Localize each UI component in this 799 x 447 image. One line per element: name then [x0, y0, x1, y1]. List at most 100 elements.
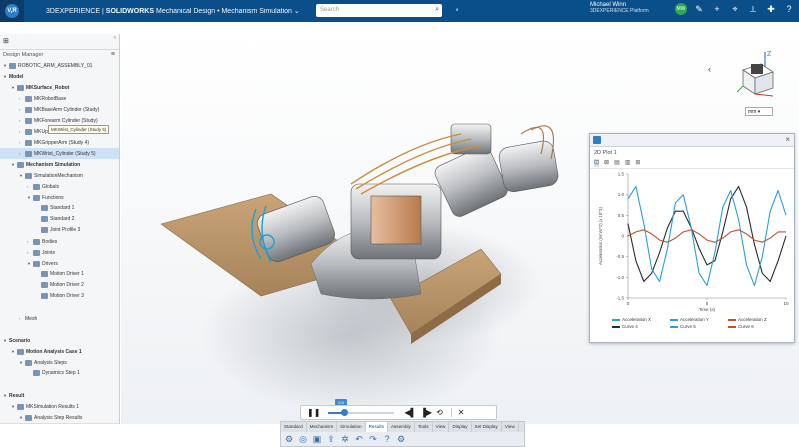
- units-select[interactable]: mm ▾: [745, 107, 773, 116]
- step-forward-button[interactable]: ▐▶: [420, 408, 432, 417]
- compass-logo[interactable]: V,R: [0, 0, 24, 22]
- undo-icon[interactable]: ↶: [354, 434, 364, 445]
- y-tick-label: 0.5: [618, 213, 625, 218]
- timeline-slider[interactable]: [328, 408, 395, 416]
- tree-row[interactable]: ▼ SimulationMechanism: [0, 170, 119, 181]
- action-tab[interactable]: Assembly: [388, 422, 415, 432]
- tree-row-label: MKSimulation Results 1: [26, 404, 80, 410]
- tree-row[interactable]: [0, 379, 119, 390]
- tree-row[interactable]: ▼ Result: [0, 390, 119, 401]
- close-playback-button[interactable]: ✕: [450, 408, 464, 417]
- tree-row[interactable]: ▼ MKSurface_Robot: [0, 82, 119, 93]
- app-title[interactable]: 3DEXPERIENCE | SOLIDWORKS Mechanical Des…: [46, 7, 300, 15]
- tree-row[interactable]: Motion Driver 3: [0, 291, 119, 302]
- legend-swatch: [670, 326, 678, 328]
- action-tab[interactable]: View: [502, 422, 519, 432]
- tree-row[interactable]: › MKWrist_Cylinder (Study 5): [0, 148, 119, 159]
- share-icon[interactable]: ⌖: [729, 4, 741, 15]
- network-icon[interactable]: ⟂: [747, 4, 759, 15]
- plot-tool-export[interactable]: ▥: [625, 159, 631, 167]
- apps-icon[interactable]: ✚: [765, 4, 777, 15]
- add-icon[interactable]: +: [711, 4, 723, 14]
- tree-row[interactable]: Dynamics Step: [0, 423, 119, 424]
- legend-swatch: [612, 319, 620, 321]
- chevron-down-icon[interactable]: ⌄: [294, 8, 300, 15]
- help-icon[interactable]: ?: [783, 4, 795, 14]
- plot-window[interactable]: × 2D Plot 1 ⊡ ⊠ ▤ ▥ ⊞ 1.5 1.0 0.5 0 -0.5 -1.0…: [589, 133, 795, 343]
- plot-tool-table[interactable]: ▤: [614, 159, 620, 167]
- redo-icon[interactable]: ↷: [368, 434, 378, 445]
- action-tab[interactable]: Mechanism: [307, 422, 338, 432]
- tree-row[interactable]: › Mesh: [0, 313, 119, 324]
- tree-row[interactable]: Motion Driver 1: [0, 269, 119, 280]
- node-icon: [41, 270, 48, 277]
- tree-row[interactable]: ▼ Analysis Step Results: [0, 412, 119, 423]
- menu-icon[interactable]: ≡: [111, 51, 115, 58]
- action-tab[interactable]: Standard: [281, 422, 307, 432]
- tree-row[interactable]: › MKRobotBase: [0, 93, 119, 104]
- settings-icon[interactable]: ✲: [340, 434, 350, 445]
- gear-icon[interactable]: ⚙: [284, 434, 294, 445]
- notification-icon[interactable]: ✎: [693, 4, 705, 15]
- tree-row[interactable]: › Bodies: [0, 236, 119, 247]
- avatar[interactable]: MW: [675, 3, 687, 15]
- action-tab[interactable]: View: [433, 422, 450, 432]
- timeline-handle[interactable]: [341, 408, 349, 416]
- tag-icon[interactable]: ⬫: [456, 5, 458, 15]
- tree-row[interactable]: ▼ Analysis Steps: [0, 357, 119, 368]
- tree-row[interactable]: › MKBaseArm Cylinder (Study): [0, 104, 119, 115]
- chevron-left-icon[interactable]: ‹: [708, 64, 711, 74]
- tree-row[interactable]: ▼ MKSimulation Results 1: [0, 401, 119, 412]
- node-icon: [25, 106, 32, 113]
- view-cube[interactable]: Z: [733, 46, 779, 104]
- plot-tool-select[interactable]: ⊡: [594, 159, 600, 167]
- tree-row[interactable]: ▼ Drivers: [0, 258, 119, 269]
- target-icon[interactable]: ◎: [298, 434, 308, 445]
- action-tab[interactable]: Set Display: [472, 422, 502, 432]
- node-icon: [25, 359, 32, 366]
- help-icon[interactable]: ?: [382, 434, 392, 445]
- tree-row[interactable]: ▼ Mechanism Simulation: [0, 159, 119, 170]
- compass-icon[interactable]: V,R: [5, 4, 19, 18]
- action-tab[interactable]: Results: [365, 422, 388, 432]
- legend-label: Curve 5: [680, 324, 696, 329]
- tree-row[interactable]: Standard 2: [0, 214, 119, 225]
- tree-row-label: Mesh: [25, 316, 38, 322]
- tree-row[interactable]: ▼ Motion Analysis Case 1: [0, 346, 119, 357]
- tree-row-label: Standard 2: [50, 216, 75, 222]
- tree-row[interactable]: ▼ Functions: [0, 192, 119, 203]
- tree-row[interactable]: Standard 1: [0, 203, 119, 214]
- share-icon[interactable]: ⇪: [326, 434, 336, 445]
- search-input[interactable]: Search ⌕: [316, 4, 442, 17]
- tree-row[interactable]: › MKGripperArm (Study 4): [0, 137, 119, 148]
- close-icon[interactable]: ×: [785, 135, 790, 144]
- action-tab[interactable]: Simulation: [337, 422, 366, 432]
- action-tab[interactable]: Display: [449, 422, 472, 432]
- plot-tool-grid[interactable]: ⊞: [635, 159, 640, 167]
- step-back-button[interactable]: ◀▌: [404, 408, 416, 417]
- tree-row[interactable]: ▼ Model: [0, 71, 119, 82]
- plot-tool-zoom[interactable]: ⊠: [604, 159, 609, 167]
- tree-row[interactable]: Motion Driver 2: [0, 280, 119, 291]
- user-info[interactable]: Michael Winn 3DEXPERIENCE Platform: [590, 2, 649, 14]
- tree-row[interactable]: › Globals: [0, 181, 119, 192]
- action-bar: Standard Mechanism Simulation Results Assemb…: [280, 421, 525, 447]
- pause-button[interactable]: ❚❚: [307, 408, 320, 417]
- loop-icon[interactable]: ⟲: [436, 408, 443, 417]
- node-icon: [41, 215, 48, 222]
- tree-row[interactable]: ▼ Scenario: [0, 335, 119, 346]
- action-tab[interactable]: Tools: [415, 422, 433, 432]
- tree-row[interactable]: ▼ ROBOTIC_ARM_ASSEMBLY_01: [0, 60, 119, 71]
- collapse-icon[interactable]: ‹: [114, 35, 116, 41]
- tree-row[interactable]: [0, 324, 119, 335]
- save-icon[interactable]: ▣: [312, 434, 322, 445]
- tree-row[interactable]: [0, 302, 119, 313]
- tree-row[interactable]: › Joints: [0, 247, 119, 258]
- search-icon[interactable]: ⌕: [435, 6, 439, 14]
- tree-icon[interactable]: ⊞: [3, 37, 9, 45]
- tree-row[interactable]: Joint Profile 3: [0, 225, 119, 236]
- options-icon[interactable]: ⚙: [396, 434, 406, 445]
- tree-row-label: Standard 1: [50, 205, 75, 211]
- tree-row[interactable]: Dynamics Step 1: [0, 368, 119, 379]
- tree-row-label: Drivers: [42, 261, 58, 267]
